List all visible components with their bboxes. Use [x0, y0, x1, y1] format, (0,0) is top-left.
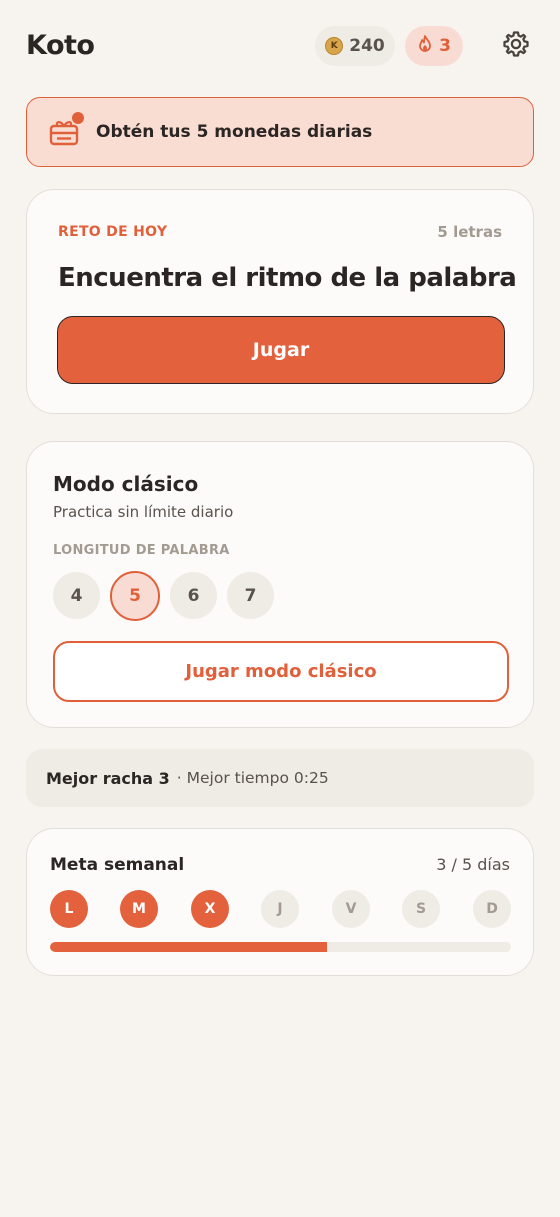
flame-icon	[417, 35, 433, 57]
gift-icon	[49, 112, 84, 147]
day-miercoles: X	[191, 890, 229, 928]
coin-icon: K	[325, 37, 344, 55]
daily-challenge-card: RETO DE HOY 5 letras Encuentra el ritmo …	[26, 189, 534, 414]
app-logo: Koto	[26, 30, 95, 61]
word-length-label: LONGITUD DE PALABRA	[53, 543, 230, 558]
coins-value: 240	[349, 36, 385, 56]
notification-dot	[72, 112, 84, 124]
header: Koto K 240 3	[26, 24, 534, 68]
day-sabado: S	[402, 890, 440, 928]
play-button[interactable]: Jugar	[57, 316, 505, 384]
daily-coins-banner[interactable]: Obtén tus 5 monedas diarias	[26, 97, 534, 167]
best-streak: Mejor racha 3	[46, 768, 170, 788]
daily-letters-count: 5 letras	[437, 223, 502, 241]
classic-title: Modo clásico	[53, 472, 199, 496]
stats-bar: Mejor racha 3 · Mejor tiempo 0:25	[26, 749, 534, 807]
length-option-5[interactable]: 5	[110, 571, 160, 621]
weekly-goal-card: Meta semanal 3 / 5 días L M X J V S D	[26, 828, 534, 976]
weekly-progress-bar	[50, 942, 511, 952]
classic-mode-card: Modo clásico Practica sin límite diario …	[26, 441, 534, 728]
daily-eyebrow: RETO DE HOY	[58, 224, 168, 240]
streak-value: 3	[439, 36, 451, 56]
length-option-7[interactable]: 7	[227, 572, 274, 619]
daily-title: Encuentra el ritmo de la palabra	[58, 263, 517, 293]
day-domingo: D	[473, 890, 511, 928]
weekly-progress-fill	[50, 942, 327, 952]
app-root: Koto K 240 3 Obtén tus 5 monedas diarias…	[0, 0, 560, 1217]
streak-counter[interactable]: 3	[405, 26, 463, 66]
settings-button[interactable]	[498, 28, 534, 64]
weekly-title: Meta semanal	[50, 855, 185, 875]
best-time: · Mejor tiempo 0:25	[176, 769, 329, 787]
day-martes: M	[120, 890, 158, 928]
length-option-4[interactable]: 4	[53, 572, 100, 619]
banner-text: Obtén tus 5 monedas diarias	[96, 122, 373, 142]
weekly-count: 3 / 5 días	[436, 855, 510, 874]
gear-icon	[501, 29, 531, 63]
length-option-6[interactable]: 6	[170, 572, 217, 619]
play-classic-button[interactable]: Jugar modo clásico	[53, 641, 509, 702]
word-length-options: 4 5 6 7	[53, 571, 274, 621]
classic-subtitle: Practica sin límite diario	[53, 503, 234, 521]
day-jueves: J	[261, 890, 299, 928]
coins-counter[interactable]: K 240	[315, 26, 395, 66]
day-viernes: V	[332, 890, 370, 928]
day-lunes: L	[50, 890, 88, 928]
